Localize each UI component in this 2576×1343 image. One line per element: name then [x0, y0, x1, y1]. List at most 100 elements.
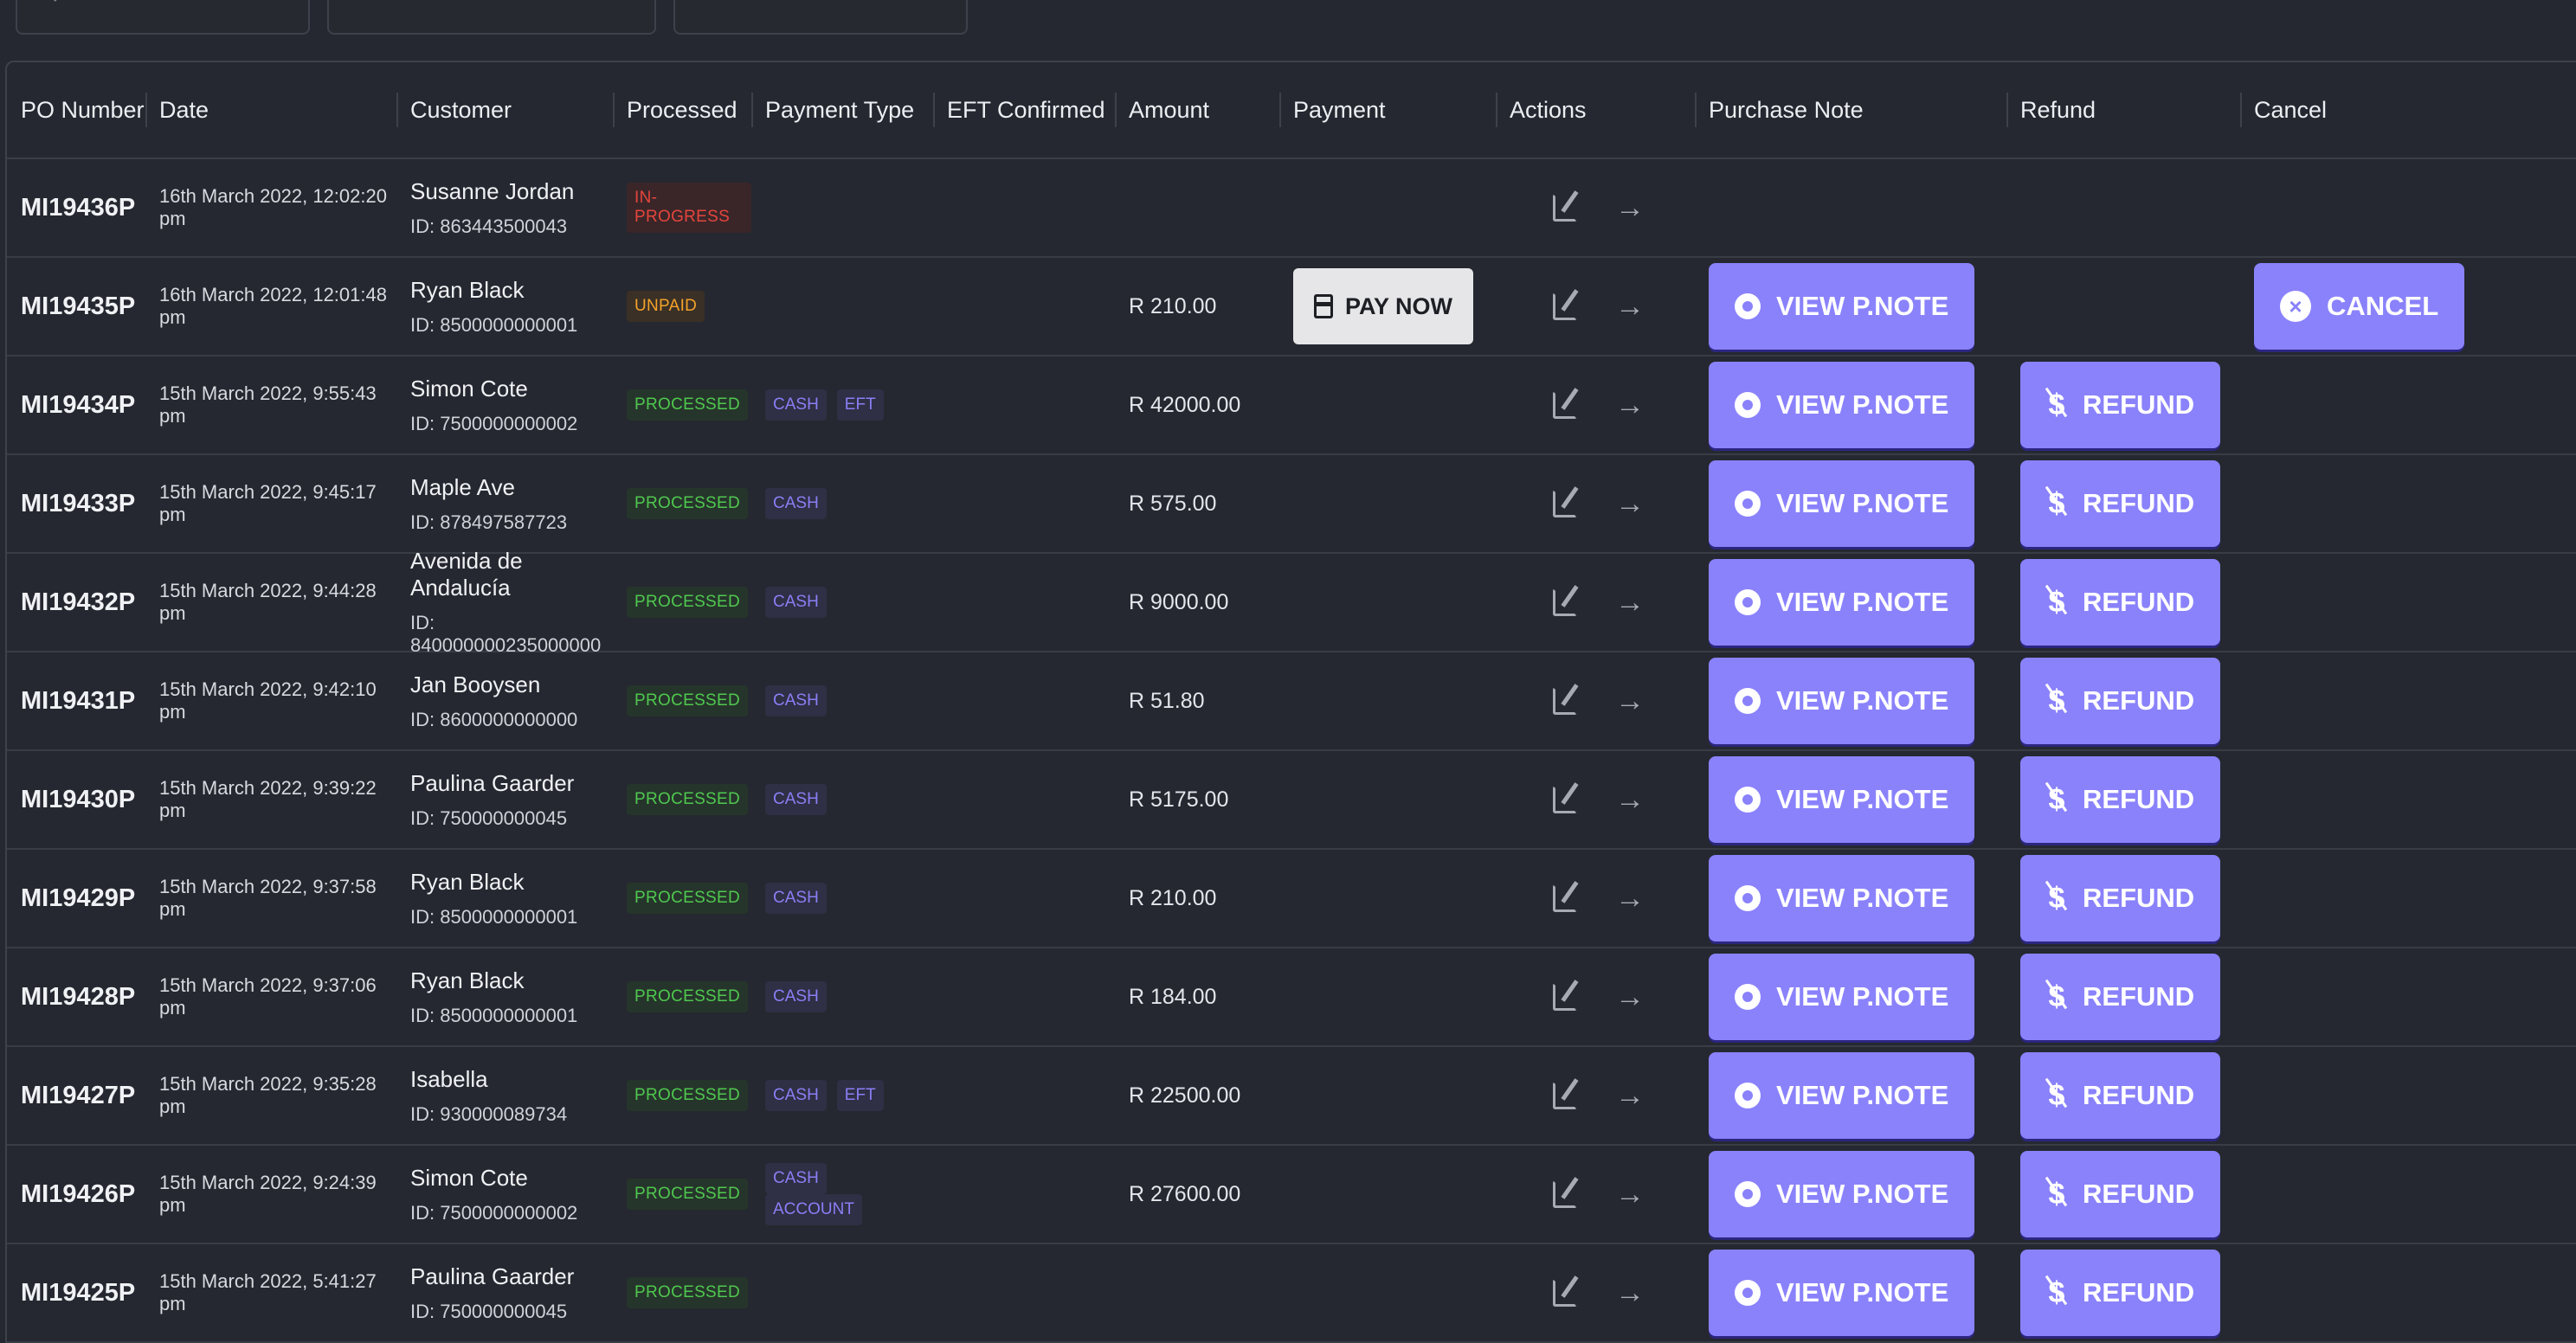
- header-date[interactable]: Date: [145, 91, 396, 129]
- header-processed[interactable]: Processed: [613, 91, 751, 129]
- filter-input-2[interactable]: [327, 0, 656, 35]
- view-pnote-button[interactable]: VIEW P.NOTE: [1709, 559, 1975, 646]
- header-eft-confirmed[interactable]: EFT Confirmed: [933, 91, 1115, 129]
- money-off-icon: $: [2046, 684, 2067, 718]
- po-number[interactable]: MI19429P: [21, 884, 135, 912]
- table-row[interactable]: MI19429P 15th March 2022, 9:37:58 pm Rya…: [7, 850, 2576, 948]
- view-pnote-button[interactable]: VIEW P.NOTE: [1709, 954, 1975, 1040]
- table-row[interactable]: MI19436P 16th March 2022, 12:02:20 pm Su…: [7, 159, 2576, 258]
- view-pnote-button[interactable]: VIEW P.NOTE: [1709, 658, 1975, 744]
- po-number[interactable]: MI19434P: [21, 391, 135, 419]
- table-row[interactable]: MI19425P 15th March 2022, 5:41:27 pm Pau…: [7, 1244, 2576, 1343]
- status-badge: PROCESSED: [627, 883, 749, 914]
- eye-icon: [1735, 491, 1761, 517]
- payment-types: CASH: [751, 587, 933, 618]
- view-pnote-button[interactable]: VIEW P.NOTE: [1709, 263, 1975, 350]
- cancel-label: CANCEL: [2327, 291, 2439, 321]
- payment-type-badge: CASH: [765, 784, 827, 815]
- view-pnote-button[interactable]: VIEW P.NOTE: [1709, 1151, 1975, 1237]
- refund-button[interactable]: $ REFUND: [2020, 362, 2221, 448]
- edit-icon[interactable]: [1553, 1180, 1577, 1208]
- status-badge: PROCESSED: [627, 685, 749, 716]
- table-row[interactable]: MI19435P 16th March 2022, 12:01:48 pm Ry…: [7, 258, 2576, 357]
- table-row[interactable]: MI19432P 15th March 2022, 9:44:28 pm Ave…: [7, 548, 2576, 656]
- view-pnote-button[interactable]: VIEW P.NOTE: [1709, 1052, 1975, 1139]
- refund-label: REFUND: [2083, 389, 2195, 420]
- refund-label: REFUND: [2083, 883, 2195, 913]
- edit-icon[interactable]: [1553, 194, 1577, 222]
- arrow-right-icon[interactable]: →: [1615, 785, 1645, 814]
- refund-button[interactable]: $ REFUND: [2020, 1151, 2221, 1237]
- pay-now-button[interactable]: PAY NOW: [1293, 268, 1474, 344]
- refund-button[interactable]: $ REFUND: [2020, 658, 2221, 744]
- edit-icon[interactable]: [1553, 1082, 1577, 1109]
- edit-icon[interactable]: [1553, 490, 1577, 517]
- arrow-right-icon[interactable]: →: [1615, 390, 1645, 420]
- status-badge: PROCESSED: [627, 488, 749, 519]
- header-payment-type[interactable]: Payment Type: [751, 91, 933, 129]
- header-payment[interactable]: Payment: [1279, 91, 1496, 129]
- po-number[interactable]: MI19427P: [21, 1082, 135, 1109]
- view-pnote-button[interactable]: VIEW P.NOTE: [1709, 855, 1975, 941]
- po-number[interactable]: MI19436P: [21, 194, 135, 222]
- arrow-right-icon[interactable]: →: [1615, 489, 1645, 518]
- refund-button[interactable]: $ REFUND: [2020, 954, 2221, 1040]
- arrow-right-icon[interactable]: →: [1615, 686, 1645, 716]
- refund-cell: $ REFUND: [2006, 954, 2240, 1040]
- edit-icon[interactable]: [1553, 292, 1577, 320]
- refund-button[interactable]: $ REFUND: [2020, 756, 2221, 843]
- table-row[interactable]: MI19426P 15th March 2022, 9:24:39 pm Sim…: [7, 1146, 2576, 1244]
- table-row[interactable]: MI19430P 15th March 2022, 9:39:22 pm Pau…: [7, 751, 2576, 850]
- arrow-right-icon[interactable]: →: [1615, 884, 1645, 913]
- table-row[interactable]: MI19427P 15th March 2022, 9:35:28 pm Isa…: [7, 1047, 2576, 1146]
- edit-icon[interactable]: [1553, 687, 1577, 715]
- view-pnote-button[interactable]: VIEW P.NOTE: [1709, 756, 1975, 843]
- header-po-number[interactable]: PO Number: [7, 91, 145, 129]
- table-row[interactable]: MI19434P 15th March 2022, 9:55:43 pm Sim…: [7, 357, 2576, 455]
- po-number[interactable]: MI19426P: [21, 1180, 135, 1208]
- edit-icon[interactable]: [1553, 391, 1577, 419]
- po-number[interactable]: MI19428P: [21, 983, 135, 1011]
- refund-button[interactable]: $ REFUND: [2020, 559, 2221, 646]
- view-pnote-button[interactable]: VIEW P.NOTE: [1709, 460, 1975, 547]
- po-number[interactable]: MI19435P: [21, 292, 135, 320]
- edit-icon[interactable]: [1553, 786, 1577, 813]
- arrow-right-icon[interactable]: →: [1615, 193, 1645, 222]
- edit-icon[interactable]: [1553, 983, 1577, 1011]
- cancel-button[interactable]: × CANCEL: [2254, 263, 2465, 350]
- purchase-note-cell: VIEW P.NOTE: [1695, 1151, 2006, 1237]
- po-number[interactable]: MI19425P: [21, 1279, 135, 1307]
- arrow-right-icon[interactable]: →: [1615, 1179, 1645, 1209]
- po-number[interactable]: MI19433P: [21, 490, 135, 517]
- view-pnote-button[interactable]: VIEW P.NOTE: [1709, 1250, 1975, 1336]
- edit-icon[interactable]: [1553, 588, 1577, 616]
- refund-cell: $ REFUND: [2006, 1151, 2240, 1237]
- view-pnote-label: VIEW P.NOTE: [1776, 981, 1949, 1012]
- po-number[interactable]: MI19432P: [21, 588, 135, 616]
- view-pnote-label: VIEW P.NOTE: [1776, 883, 1949, 913]
- refund-button[interactable]: $ REFUND: [2020, 460, 2221, 547]
- order-date: 16th March 2022, 12:02:20 pm: [159, 185, 387, 229]
- refund-button[interactable]: $ REFUND: [2020, 1250, 2221, 1336]
- edit-icon[interactable]: [1553, 1279, 1577, 1307]
- arrow-right-icon[interactable]: →: [1615, 982, 1645, 1012]
- po-number[interactable]: MI19431P: [21, 687, 135, 715]
- header-customer[interactable]: Customer: [396, 91, 613, 129]
- payment-type-badge: CASH: [765, 587, 827, 618]
- po-number[interactable]: MI19430P: [21, 786, 135, 813]
- arrow-right-icon[interactable]: →: [1615, 588, 1645, 617]
- arrow-right-icon[interactable]: →: [1615, 292, 1645, 321]
- view-pnote-button[interactable]: VIEW P.NOTE: [1709, 362, 1975, 448]
- refund-button[interactable]: $ REFUND: [2020, 855, 2221, 941]
- arrow-right-icon[interactable]: →: [1615, 1081, 1645, 1110]
- close-circle-icon: ×: [2280, 291, 2311, 322]
- refund-button[interactable]: $ REFUND: [2020, 1052, 2221, 1139]
- table-row[interactable]: MI19433P 15th March 2022, 9:45:17 pm Map…: [7, 455, 2576, 554]
- table-row[interactable]: MI19428P 15th March 2022, 9:37:06 pm Rya…: [7, 948, 2576, 1047]
- header-amount[interactable]: Amount: [1115, 91, 1279, 129]
- branch-select[interactable]: Select Branch: [16, 0, 310, 35]
- pay-now-label: PAY NOW: [1345, 292, 1453, 319]
- table-row[interactable]: MI19431P 15th March 2022, 9:42:10 pm Jan…: [7, 652, 2576, 751]
- filter-input-3[interactable]: [673, 0, 968, 35]
- edit-icon[interactable]: [1553, 884, 1577, 912]
